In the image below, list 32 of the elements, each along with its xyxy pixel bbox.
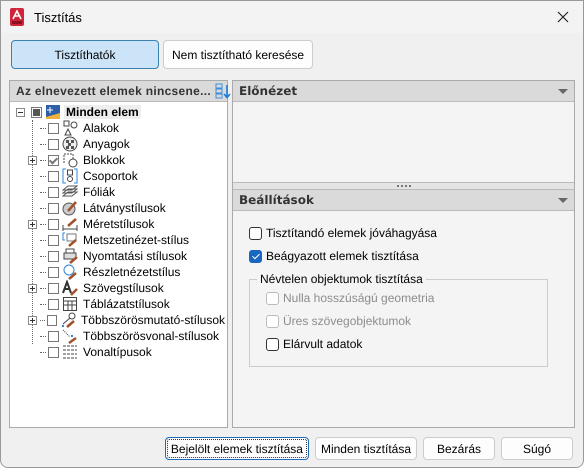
tree-item[interactable]: Vonaltípusok (81, 345, 154, 359)
tree-item[interactable]: Minden elem (64, 105, 141, 119)
tree-item[interactable]: Többszörösvonal-stílusok (81, 329, 222, 343)
dialog-button[interactable]: Súgó (501, 437, 573, 460)
tab[interactable]: Tisztíthatók (11, 40, 159, 69)
dialog-button[interactable]: Bezárás (423, 437, 495, 460)
tree-item[interactable]: Részletnézetstílus (81, 265, 182, 279)
tab[interactable]: Nem tisztítható keresése (163, 40, 314, 69)
option-label: Nulla hosszúságú geometria (283, 291, 434, 305)
tree-item[interactable]: Többszörösmutató-stílusok (78, 313, 227, 327)
tree-item[interactable]: Anyagok (81, 137, 132, 151)
tree-item[interactable]: Méretstílusok (81, 217, 156, 231)
tree-item[interactable]: Nyomtatási stílusok (81, 249, 190, 263)
option-label: Tisztítandó elemek jóváhagyása (266, 226, 437, 240)
dialog-button[interactable]: Bejelölt elemek tisztítása (164, 437, 309, 460)
option-label: Beágyazott elemek tisztítása (266, 249, 419, 263)
panel-title: Az elnevezett elemek nincsene... (16, 84, 212, 98)
tree-item[interactable]: Látványstílusok (81, 201, 168, 215)
option-label: Üres szövegobjektumok (283, 314, 412, 328)
tree-item[interactable]: Táblázatstílusok (81, 297, 172, 311)
window-title: Tisztítás (34, 10, 82, 24)
option-label: Elárvult adatok (283, 337, 362, 351)
tree-item[interactable]: Csoportok (81, 169, 140, 183)
dialog-button[interactable]: Minden tisztítása (314, 437, 417, 460)
group-title: Névtelen objektumok tisztítása (257, 272, 426, 286)
panel-title: Beállítások (239, 193, 314, 207)
tree-item[interactable]: Alakok (81, 121, 122, 135)
tree-item[interactable]: Fóliák (81, 185, 118, 199)
panel-title: Előnézet (239, 84, 298, 98)
tree-item[interactable]: Metszetinézet-stílus (81, 233, 192, 247)
tree-item[interactable]: Szövegstílusok (81, 281, 166, 295)
tree-item[interactable]: Blokkok (81, 153, 128, 167)
